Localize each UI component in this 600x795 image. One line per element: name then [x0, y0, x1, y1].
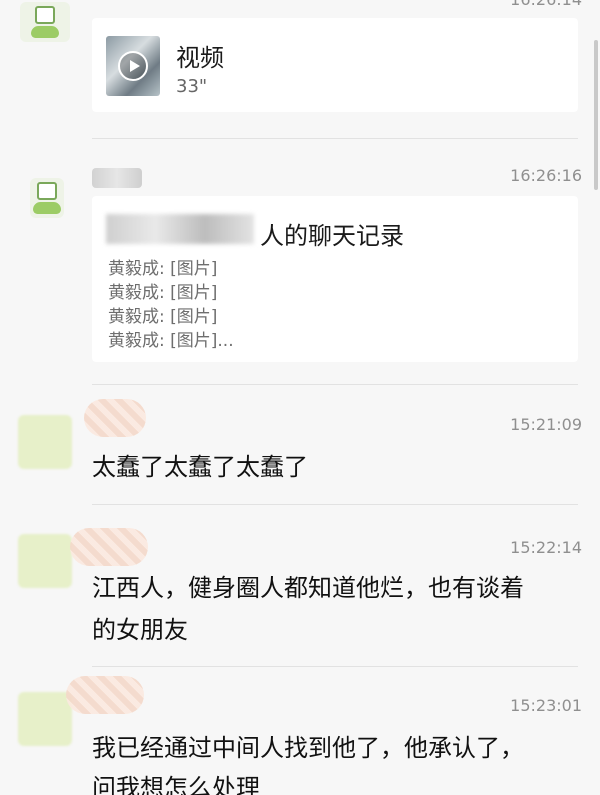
timestamp: 15:22:14	[510, 538, 582, 557]
chat-record-line: 黄毅成: [图片]	[108, 307, 218, 327]
video-title: 视频	[176, 44, 224, 72]
sender-sticker-icon	[84, 399, 146, 437]
divider	[92, 504, 578, 505]
play-icon[interactable]	[118, 51, 148, 81]
sender-sticker-icon	[70, 528, 148, 566]
frog-icon	[37, 182, 57, 200]
sender-name-blurred	[92, 168, 142, 188]
sender-sticker-icon	[66, 676, 144, 714]
chat-record-line: 黄毅成: [图片]...	[108, 331, 234, 351]
chat-record-title: 人的聊天记录	[260, 222, 404, 250]
chat-record-line: 黄毅成: [图片]	[108, 283, 218, 303]
avatar[interactable]	[18, 692, 72, 746]
timestamp: 15:21:09	[510, 415, 582, 434]
avatar[interactable]	[18, 534, 72, 588]
message-text-line: 的女朋友	[92, 616, 188, 644]
divider	[92, 138, 578, 139]
frog-icon	[35, 6, 55, 24]
message-text-line: 问我想怎么处理	[92, 774, 260, 795]
avatar[interactable]	[30, 178, 64, 218]
timestamp: 16:26:16	[510, 166, 582, 185]
chat-record-line: 黄毅成: [图片]	[108, 259, 218, 279]
avatar[interactable]	[20, 2, 70, 42]
timestamp: 15:23:01	[510, 696, 582, 715]
video-thumbnail[interactable]	[106, 36, 160, 96]
video-card[interactable]: 视频 33"	[92, 18, 578, 112]
avatar[interactable]	[18, 415, 72, 469]
chat-record-card[interactable]: 人的聊天记录 黄毅成: [图片] 黄毅成: [图片] 黄毅成: [图片] 黄毅成…	[92, 196, 578, 362]
message-text-line: 我已经通过中间人找到他了，他承认了，	[92, 734, 524, 762]
divider	[92, 384, 578, 385]
video-duration: 33"	[176, 76, 208, 97]
message-text-line: 江西人，健身圈人都知道他烂，也有谈着	[92, 574, 524, 602]
message-text: 太蠢了太蠢了太蠢了	[92, 453, 308, 481]
title-redaction	[106, 214, 254, 244]
divider	[92, 666, 578, 667]
scrollbar[interactable]	[594, 40, 598, 190]
timestamp: 16:26:14	[510, 0, 582, 9]
